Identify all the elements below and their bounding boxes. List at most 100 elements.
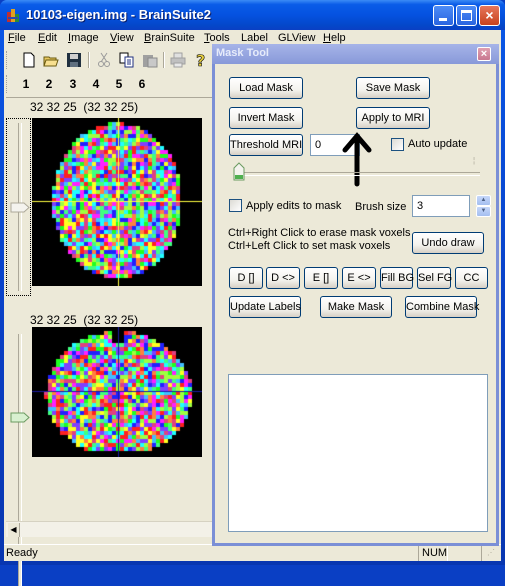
menu-tools[interactable]: Tools [204, 32, 230, 44]
menu-image-label: Image [68, 32, 99, 44]
open-folder-icon[interactable] [43, 52, 59, 68]
close-button[interactable]: × [479, 5, 500, 26]
resize-grip-icon[interactable]: ⋰ [487, 548, 499, 560]
maximize-icon [461, 10, 472, 21]
toolbar-grip[interactable] [6, 75, 9, 93]
menu-glview-label: GLView [278, 32, 316, 44]
mask-tool-dialog: Mask Tool × Load Mask Save Mask Invert M… [212, 44, 499, 546]
minimize-button[interactable] [433, 5, 454, 26]
coronal-slice-slider-thumb[interactable] [10, 412, 30, 423]
load-mask-button[interactable]: Load Mask [229, 77, 303, 99]
apply-edits-label: Apply edits to mask [246, 200, 342, 212]
combine-mask-button[interactable]: Combine Mask [405, 296, 479, 318]
annotation-arrow-icon [342, 132, 372, 187]
auto-update-label: Auto update [408, 138, 468, 150]
menu-edit[interactable]: Edit [38, 32, 57, 44]
mask-tool-titlebar[interactable]: Mask Tool × [212, 44, 499, 64]
view-button-4[interactable]: 4 [89, 77, 103, 91]
menu-brainsuite-label: BrainSuite [144, 32, 195, 44]
mask-tool-close-button[interactable]: × [477, 47, 491, 61]
update-labels-button[interactable]: Update Labels [229, 296, 301, 318]
erode-diamond-button[interactable]: E <> [342, 267, 376, 289]
slider-tick: ¦ [473, 156, 476, 165]
erode-box-button[interactable]: E [] [304, 267, 338, 289]
coronal-coords-world: (32 32 25) [83, 313, 139, 327]
brush-size-label: Brush size [355, 201, 407, 213]
axial-brain-canvas[interactable] [32, 118, 202, 286]
apply-to-mri-button[interactable]: Apply to MRI [356, 107, 430, 129]
brush-size-field[interactable]: 3 [412, 195, 470, 217]
fill-bg-button[interactable]: Fill BG [380, 267, 414, 289]
spin-down-icon[interactable]: ▼ [476, 206, 491, 217]
menu-help-label: Help [323, 32, 346, 44]
sel-fg-button[interactable]: Sel FG [417, 267, 452, 289]
status-num-indicator: NUM [418, 546, 448, 561]
auto-update-checkbox[interactable] [391, 138, 404, 151]
new-file-icon[interactable] [21, 52, 37, 68]
axial-slice-slider-thumb[interactable] [10, 202, 30, 213]
threshold-slider-thumb[interactable] [233, 162, 245, 182]
threshold-slider-track[interactable] [235, 172, 480, 176]
print-icon[interactable] [170, 52, 186, 68]
view-button-1[interactable]: 1 [19, 77, 33, 91]
apply-edits-checkbox[interactable] [229, 199, 242, 212]
coronal-brain-canvas[interactable] [32, 327, 202, 457]
help-icon[interactable]: ? [193, 52, 209, 68]
menu-edit-label: Edit [38, 32, 57, 44]
cc-button[interactable]: CC [455, 267, 488, 289]
dilate-box-button[interactable]: D [] [229, 267, 263, 289]
image-view-pane: 32 32 25 (32 32 25) 32 32 25 (32 32 25) … [6, 97, 213, 586]
status-text: Ready [6, 547, 38, 559]
paste-icon[interactable] [142, 52, 158, 68]
coronal-coords-voxel: 32 32 25 [30, 313, 77, 327]
invert-mask-button[interactable]: Invert Mask [229, 107, 303, 129]
threshold-mri-button[interactable]: Threshold MRI [229, 134, 303, 156]
menu-label[interactable]: Label [241, 32, 268, 44]
make-mask-button[interactable]: Make Mask [320, 296, 392, 318]
view-button-3[interactable]: 3 [66, 77, 80, 91]
copy-icon[interactable] [119, 52, 135, 68]
menu-glview[interactable]: GLView [278, 32, 316, 44]
title-bar[interactable]: 10103-eigen.img - BrainSuite2 × [0, 0, 505, 30]
menu-file-label: File [8, 32, 26, 44]
maximize-button[interactable] [456, 5, 477, 26]
svg-text:?: ? [196, 52, 205, 68]
menu-image[interactable]: Image [68, 32, 99, 44]
hint-set-text: Ctrl+Left Click to set mask voxels [228, 240, 391, 252]
main-toolbar: ? [4, 49, 214, 71]
mask-tool-output-box[interactable] [228, 374, 488, 532]
view-button-5[interactable]: 5 [112, 77, 126, 91]
coronal-slice-image[interactable] [32, 327, 202, 457]
cut-icon[interactable] [96, 52, 112, 68]
main-window: 10103-eigen.img - BrainSuite2 × File Edi… [0, 0, 505, 586]
view-button-2[interactable]: 2 [42, 77, 56, 91]
axial-slice-image[interactable] [32, 118, 202, 286]
status-bar: Ready NUM ⋰ [4, 544, 501, 561]
save-disk-icon[interactable] [66, 52, 82, 68]
save-mask-button[interactable]: Save Mask [356, 77, 430, 99]
menu-tools-label: Tools [204, 32, 230, 44]
menu-file[interactable]: File [8, 32, 26, 44]
scroll-left-button[interactable]: ◀ [8, 523, 20, 537]
status-pane-blank [450, 546, 482, 561]
view-toolbar: 1 2 3 4 5 6 [4, 73, 214, 95]
close-icon: × [480, 48, 488, 60]
toolbar-separator [163, 52, 165, 68]
coronal-coords: 32 32 25 (32 32 25) [30, 313, 138, 327]
axial-coords: 32 32 25 (32 32 25) [30, 100, 138, 114]
toolbar-separator [88, 52, 90, 68]
minimize-icon [439, 18, 447, 21]
horizontal-scrollbar[interactable]: ◀ [6, 521, 213, 537]
undo-draw-button[interactable]: Undo draw [412, 232, 484, 254]
close-icon: × [485, 7, 494, 23]
spin-up-icon[interactable]: ▲ [476, 195, 491, 206]
axial-coords-voxel: 32 32 25 [30, 100, 77, 114]
menu-brainsuite[interactable]: BrainSuite [144, 32, 195, 44]
dilate-diamond-button[interactable]: D <> [266, 267, 300, 289]
toolbar-grip[interactable] [6, 51, 9, 69]
menu-help[interactable]: Help [323, 32, 346, 44]
menu-view-label: View [110, 32, 134, 44]
menu-view[interactable]: View [110, 32, 134, 44]
window-title: 10103-eigen.img - BrainSuite2 [26, 7, 211, 22]
view-button-6[interactable]: 6 [135, 77, 149, 91]
